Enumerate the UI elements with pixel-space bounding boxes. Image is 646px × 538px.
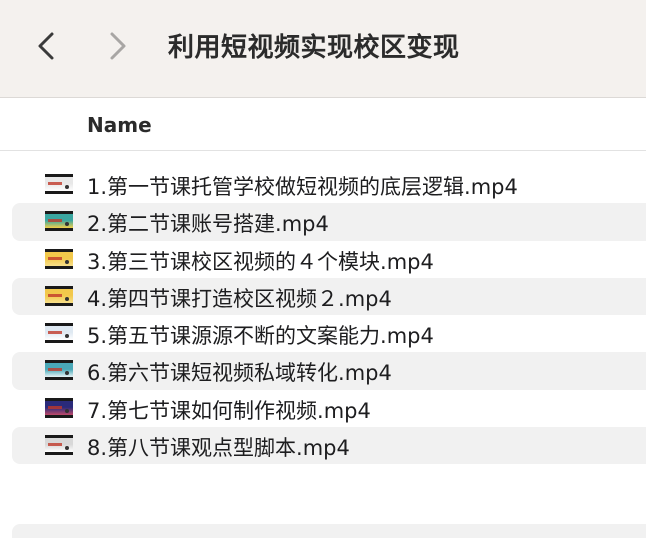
file-row[interactable]: 1.第一节课托管学校做短视频的底层逻辑.mp4 (12, 166, 646, 203)
finder-window: 利用短视频实现校区变现 Name 1.第一节课托管学校做短视频的底层逻辑.mp4… (0, 0, 646, 538)
file-row[interactable]: 4.第四节课打造校区视频２.mp4 (12, 277, 646, 316)
video-thumbnail-icon (45, 174, 73, 194)
video-thumbnail-icon (45, 323, 73, 344)
thumbnail-stripe (48, 256, 62, 260)
file-name: 4.第四节课打造校区视频２.mp4 (87, 286, 392, 311)
file-name: 6.第六节课短视频私域转化.mp4 (87, 361, 392, 386)
file-list: 1.第一节课托管学校做短视频的底层逻辑.mp4 2.第二节课账号搭建.mp4 3… (0, 166, 646, 465)
thumbnail-stripe (48, 368, 62, 372)
file-row[interactable]: 5.第五节课源源不断的文案能力.mp4 (12, 315, 646, 352)
thumbnail-stripe (48, 443, 62, 447)
column-header-row: Name (0, 99, 646, 151)
forward-button[interactable] (98, 24, 138, 68)
window-title: 利用短视频实现校区变现 (168, 33, 460, 63)
thumbnail-stripe (48, 293, 62, 297)
file-row[interactable]: 8.第八节课观点型脚本.mp4 (12, 427, 646, 465)
column-header-name[interactable]: Name (87, 113, 152, 137)
file-name: 2.第二节课账号搭建.mp4 (87, 212, 329, 237)
toolbar: 利用短视频实现校区变现 (0, 0, 646, 98)
thumbnail-stripe (48, 182, 62, 185)
file-name: 5.第五节课源源不断的文案能力.mp4 (87, 324, 434, 349)
video-thumbnail-icon (45, 211, 73, 232)
thumbnail-dot (65, 408, 69, 413)
video-thumbnail-icon (45, 285, 73, 306)
file-row[interactable]: 3.第三节课校区视频的４个模块.mp4 (12, 241, 646, 278)
chevron-right-icon (107, 31, 129, 61)
file-name: 8.第八节课观点型脚本.mp4 (87, 436, 350, 461)
file-name: 7.第七节课如何制作视频.mp4 (87, 398, 371, 423)
thumbnail-dot (65, 259, 69, 264)
thumbnail-stripe (48, 219, 62, 223)
thumbnail-dot (65, 296, 69, 301)
thumbnail-dot (65, 185, 69, 189)
back-button[interactable] (26, 24, 66, 68)
thumbnail-stripe (48, 405, 62, 409)
file-row[interactable]: 2.第二节课账号搭建.mp4 (12, 203, 646, 241)
video-thumbnail-icon (45, 248, 73, 269)
thumbnail-stripe (48, 331, 62, 335)
video-thumbnail-icon (45, 360, 73, 381)
video-thumbnail-icon (45, 435, 73, 456)
file-name: 1.第一节课托管学校做短视频的底层逻辑.mp4 (87, 175, 518, 199)
chevron-left-icon (35, 31, 57, 61)
empty-row (12, 524, 646, 538)
file-name: 3.第三节课校区视频的４个模块.mp4 (87, 249, 434, 274)
file-row[interactable]: 6.第六节课短视频私域转化.mp4 (12, 352, 646, 390)
file-row[interactable]: 7.第七节课如何制作视频.mp4 (12, 390, 646, 427)
video-thumbnail-icon (45, 397, 73, 418)
